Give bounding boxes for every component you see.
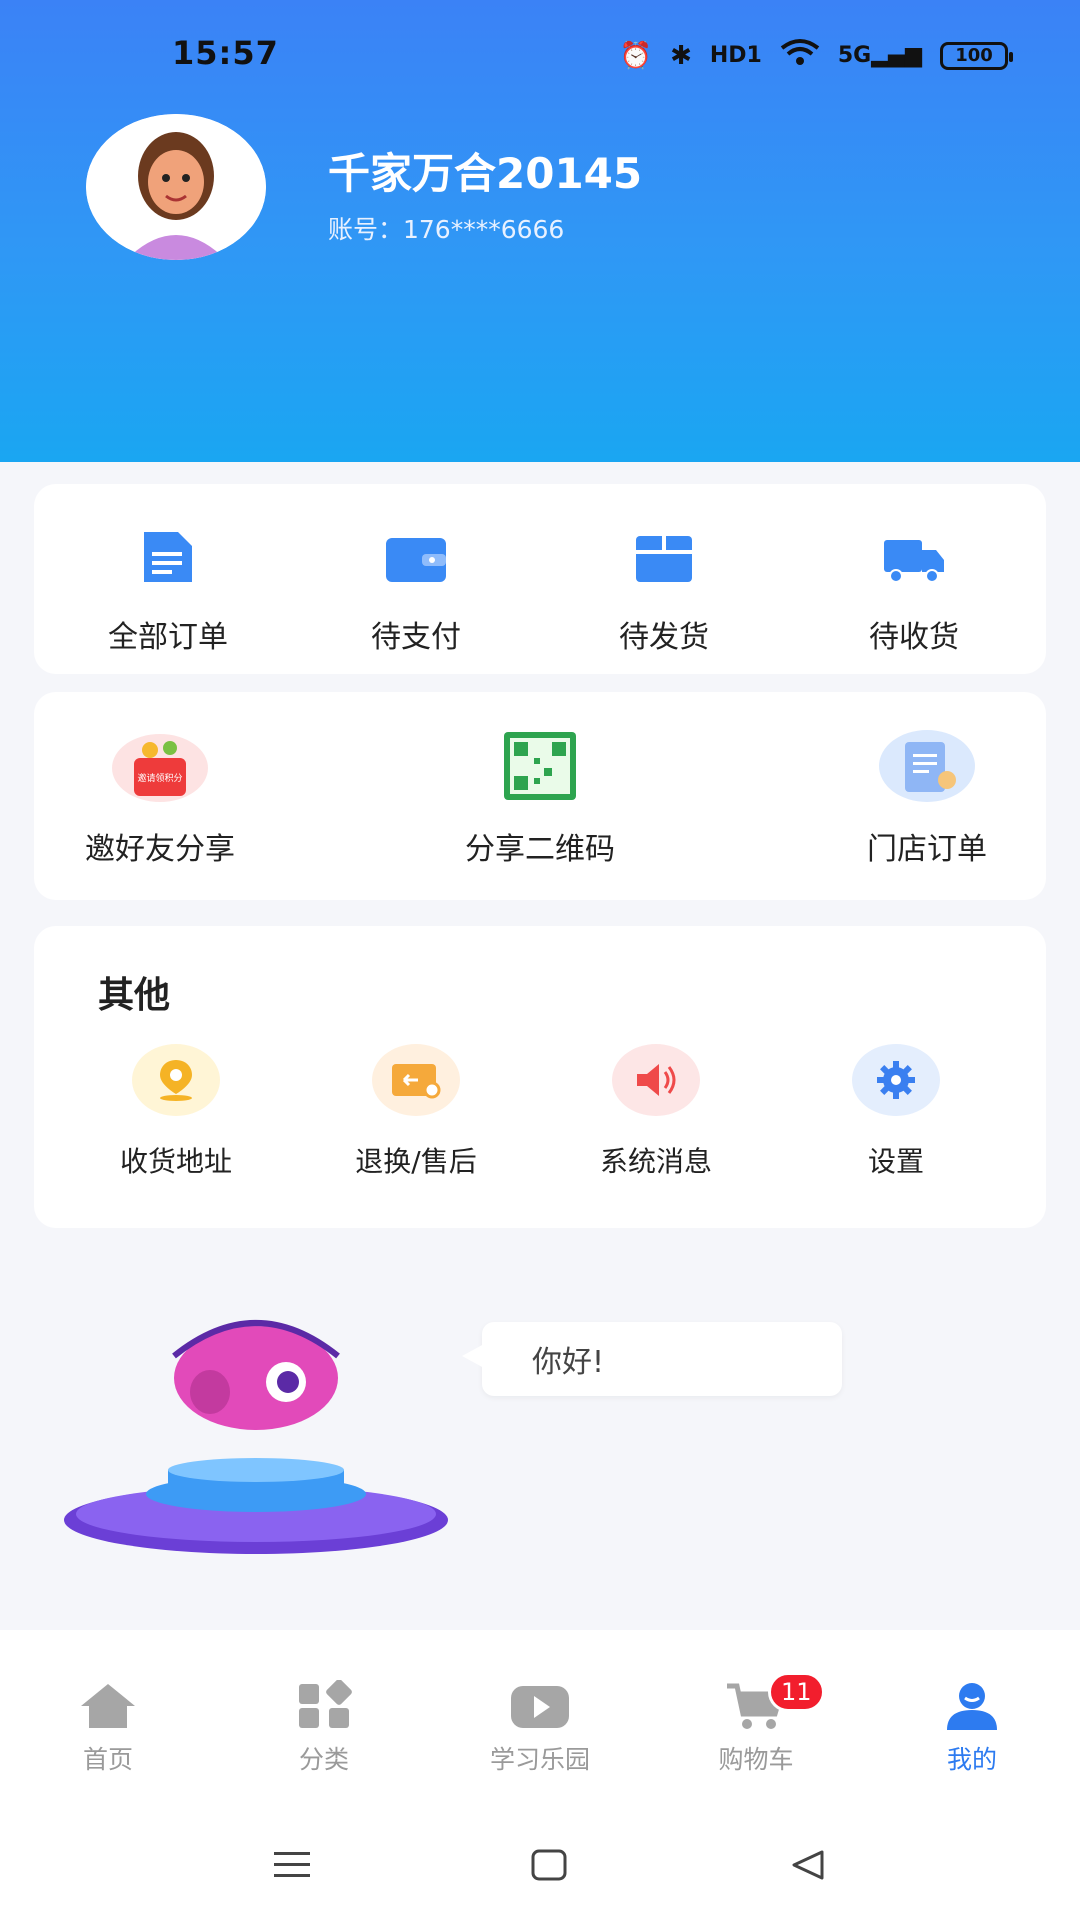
- other-section-title: 其他: [98, 975, 171, 1016]
- wifi-icon: [780, 38, 820, 73]
- invite-gift-caption: 邀请领积分: [137, 772, 182, 784]
- nav-category[interactable]: 分类: [244, 1679, 404, 1776]
- share-qr-code-button[interactable]: 分享二维码: [450, 728, 630, 868]
- back-icon[interactable]: [788, 1848, 828, 1886]
- bottom-nav: 首页 分类 学习乐园 11 购物车 我的: [0, 1630, 1080, 1800]
- pending-receipt-label: 待收货: [869, 620, 959, 655]
- play-icon: [509, 1680, 571, 1732]
- store-orders-label: 门店订单: [867, 832, 987, 867]
- nav-learning[interactable]: 学习乐园: [460, 1680, 620, 1776]
- system-messages-button[interactable]: 系统消息: [556, 1044, 756, 1180]
- returns-label: 退换/售后: [355, 1145, 477, 1178]
- pending-shipment-button[interactable]: 待发货: [564, 528, 764, 656]
- nav-home[interactable]: 首页: [28, 1680, 188, 1776]
- alarm-icon: ⏰: [619, 40, 653, 71]
- home-icon: [77, 1680, 139, 1732]
- greeting-text: 你好!: [532, 1345, 605, 1380]
- pending-receipt-button[interactable]: 待收货: [814, 528, 1014, 656]
- status-time: 15:57: [172, 34, 279, 72]
- pending-shipment-label: 待发货: [619, 620, 709, 655]
- battery-level: 100: [955, 45, 993, 66]
- category-icon: [293, 1679, 355, 1732]
- pending-payment-label: 待支付: [371, 620, 461, 655]
- returns-button[interactable]: 退换/售后: [316, 1044, 516, 1180]
- wallet-icon: [384, 528, 448, 586]
- pending-payment-button[interactable]: 待支付: [316, 528, 516, 656]
- document-icon: [136, 528, 200, 586]
- other-card: 其他 收货地址 退换/售后 系统消息 设置: [34, 926, 1046, 1228]
- hd-icon: HD1: [709, 43, 762, 68]
- all-orders-label: 全部订单: [108, 620, 228, 655]
- box-icon: [632, 528, 696, 586]
- nav-mine-label: 我的: [946, 1745, 997, 1774]
- user-icon: [941, 1680, 1003, 1732]
- system-nav-bar: [0, 1800, 1080, 1920]
- nav-mine[interactable]: 我的: [892, 1680, 1052, 1776]
- invite-friends-label: 邀好友分享: [85, 832, 235, 867]
- shipping-address-label: 收货地址: [119, 1145, 232, 1178]
- share-card: 邀请领积分 邀好友分享 分享二维码 门店订单: [34, 692, 1046, 900]
- invite-gift-icon: 邀请领积分: [110, 728, 210, 804]
- avatar[interactable]: [86, 114, 266, 260]
- orders-card: 全部订单 待支付 待发货 待收货: [34, 484, 1046, 674]
- username: 千家万合20145: [328, 149, 643, 198]
- return-icon: [372, 1044, 460, 1116]
- greeting-bubble: 你好!: [462, 1322, 842, 1396]
- shipping-address-button[interactable]: 收货地址: [76, 1044, 276, 1180]
- settings-button[interactable]: 设置: [796, 1044, 996, 1180]
- assistant-robot[interactable]: [60, 1310, 460, 1570]
- status-bar: 15:57 ⏰ ✱ HD1 5G▂▄▆ 100: [0, 30, 1080, 80]
- store-order-icon: [877, 728, 977, 804]
- nav-category-label: 分类: [298, 1745, 349, 1774]
- all-orders-button[interactable]: 全部订单: [68, 528, 268, 656]
- cart-badge: 11: [768, 1672, 825, 1712]
- network-type: 5G: [837, 43, 872, 68]
- speaker-icon: [612, 1044, 700, 1116]
- settings-label: 设置: [867, 1145, 924, 1178]
- account-number: 账号：176****6666: [328, 215, 565, 244]
- nav-cart-label: 购物车: [718, 1745, 794, 1774]
- truck-icon: [882, 528, 946, 586]
- menu-icon[interactable]: [272, 1848, 312, 1886]
- battery-icon: 100: [940, 41, 1013, 70]
- status-icons: ⏰ ✱ HD1 5G▂▄▆ 100: [619, 38, 1013, 73]
- share-qr-code-label: 分享二维码: [465, 832, 615, 867]
- nav-cart[interactable]: 11 购物车: [676, 1672, 836, 1776]
- system-messages-label: 系统消息: [599, 1145, 712, 1178]
- store-orders-button[interactable]: 门店订单: [842, 728, 1012, 868]
- signal-icon: 5G▂▄▆: [837, 43, 922, 68]
- invite-friends-button[interactable]: 邀请领积分 邀好友分享: [70, 728, 250, 868]
- home-button-icon[interactable]: [530, 1848, 570, 1886]
- bluetooth-icon: ✱: [670, 40, 692, 71]
- gear-icon: [852, 1044, 940, 1116]
- nav-home-label: 首页: [82, 1745, 133, 1774]
- nav-learning-label: 学习乐园: [489, 1745, 590, 1774]
- profile-header: 15:57 ⏰ ✱ HD1 5G▂▄▆ 100 千家万合20145 账号：176…: [0, 0, 1080, 462]
- location-icon: [132, 1044, 220, 1116]
- qr-code-icon: [500, 728, 580, 804]
